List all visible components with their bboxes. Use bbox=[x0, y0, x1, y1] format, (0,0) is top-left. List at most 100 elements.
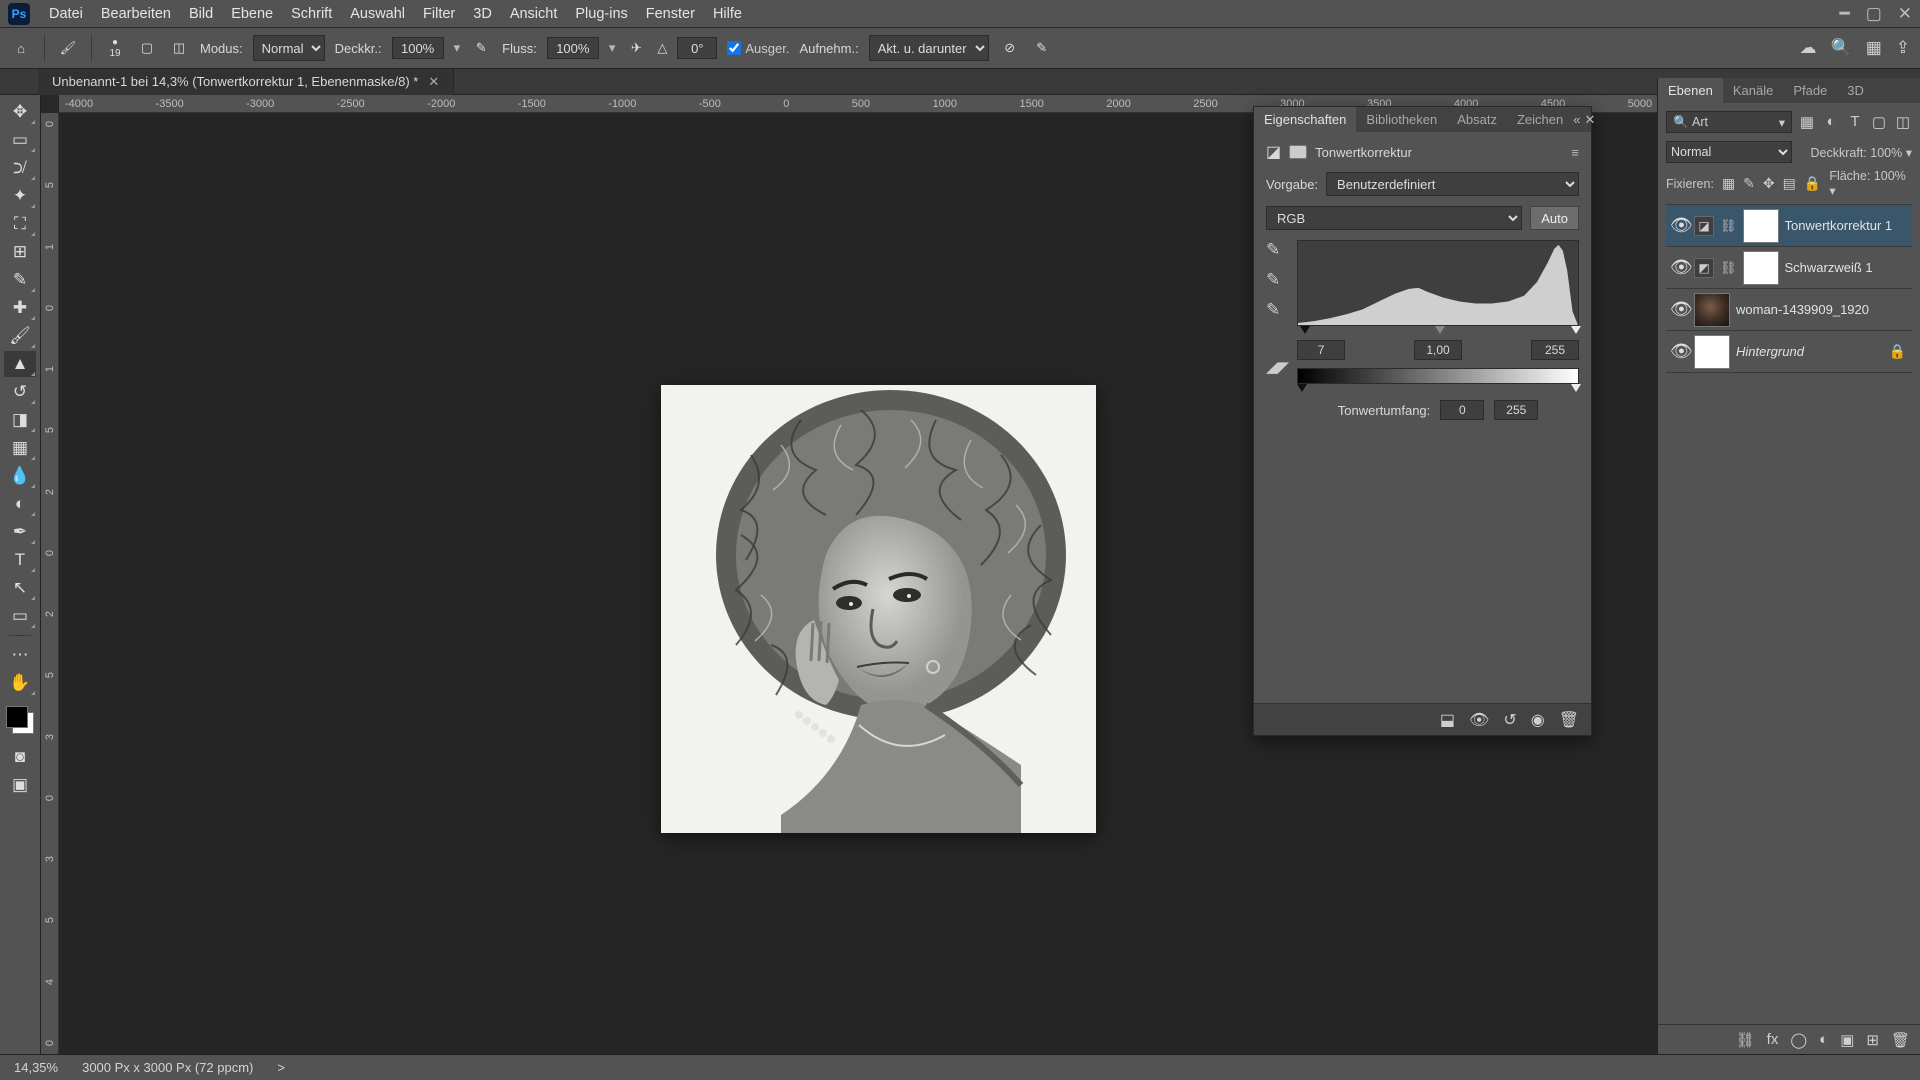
flow-input[interactable]: 100% bbox=[547, 37, 599, 59]
path-select-tool[interactable]: ↖ bbox=[4, 575, 36, 601]
tab-layers[interactable]: Ebenen bbox=[1658, 78, 1723, 103]
airbrush-icon[interactable]: ✈ bbox=[625, 37, 647, 59]
crop-tool[interactable]: ⛶ bbox=[4, 211, 36, 237]
view-previous-icon[interactable]: 👁 bbox=[1469, 710, 1489, 730]
menu-filter[interactable]: Filter bbox=[414, 6, 464, 22]
link-icon[interactable]: ⛓ bbox=[1720, 218, 1737, 234]
workspaces-icon[interactable]: ▦ bbox=[1866, 38, 1882, 58]
status-more-icon[interactable]: > bbox=[277, 1060, 285, 1075]
eyedropper-tool[interactable]: ✎ bbox=[4, 267, 36, 293]
fill-value[interactable]: 100% bbox=[1874, 169, 1906, 183]
opacity-input[interactable]: 100% bbox=[392, 37, 444, 59]
filter-pixel-icon[interactable]: ▦ bbox=[1798, 113, 1816, 131]
image-thumb[interactable] bbox=[1694, 293, 1730, 327]
tab-paragraph[interactable]: Absatz bbox=[1447, 107, 1507, 132]
history-brush-tool[interactable]: ↺ bbox=[4, 379, 36, 405]
window-close-icon[interactable]: ✕ bbox=[1898, 4, 1912, 24]
document-tab[interactable]: Unbenannt-1 bei 14,3% (Tonwertkorrektur … bbox=[38, 69, 454, 95]
visibility-toggle-icon[interactable]: 👁 bbox=[1670, 215, 1688, 236]
new-group-icon[interactable]: ▣ bbox=[1840, 1031, 1854, 1049]
lock-position-icon[interactable]: ✎ bbox=[1743, 175, 1755, 192]
tab-properties[interactable]: Eigenschaften bbox=[1254, 107, 1356, 132]
menu-file[interactable]: Datei bbox=[40, 6, 92, 22]
aligned-checkbox[interactable]: Ausger. bbox=[727, 41, 789, 56]
channel-select[interactable]: RGB bbox=[1266, 206, 1522, 230]
layer-row[interactable]: 👁 ◩ ⛓ Schwarzweiß 1 bbox=[1666, 247, 1912, 289]
new-adjustment-icon[interactable]: ◐ bbox=[1819, 1031, 1828, 1048]
pressure-size-icon[interactable]: ✎ bbox=[1031, 37, 1053, 59]
dark-light-icon[interactable]: ◢◤ bbox=[1266, 358, 1289, 376]
menu-view[interactable]: Ansicht bbox=[501, 6, 567, 22]
auto-button[interactable]: Auto bbox=[1530, 206, 1579, 230]
tab-character[interactable]: Zeichen bbox=[1507, 107, 1573, 132]
marquee-tool[interactable]: ▭ bbox=[4, 127, 36, 153]
link-layers-icon[interactable]: ⛓ bbox=[1736, 1031, 1755, 1049]
pressure-opacity-icon[interactable]: ✎ bbox=[470, 37, 492, 59]
menu-select[interactable]: Auswahl bbox=[341, 6, 414, 22]
bg-thumb[interactable] bbox=[1694, 335, 1730, 369]
layer-name[interactable]: Hintergrund bbox=[1736, 344, 1883, 359]
menu-layer[interactable]: Ebene bbox=[222, 6, 282, 22]
dodge-tool[interactable]: ◐ bbox=[4, 491, 36, 517]
menu-3d[interactable]: 3D bbox=[464, 6, 501, 22]
tab-paths[interactable]: Pfade bbox=[1783, 78, 1837, 103]
opacity-chevron-icon[interactable]: ▾ bbox=[454, 40, 461, 56]
menu-help[interactable]: Hilfe bbox=[704, 6, 751, 22]
layer-row[interactable]: 👁 ◪ ⛓ Tonwertkorrektur 1 bbox=[1666, 205, 1912, 247]
brush-size-preview[interactable]: ●19 bbox=[104, 37, 126, 59]
panel-menu-icon[interactable]: ≡ bbox=[1571, 145, 1579, 160]
share-icon[interactable]: ⇪ bbox=[1896, 38, 1910, 58]
panel-close-icon[interactable]: ✕ bbox=[1584, 112, 1595, 128]
menu-image[interactable]: Bild bbox=[180, 6, 222, 22]
lasso-tool[interactable]: ⟉ bbox=[4, 155, 36, 181]
filter-smart-icon[interactable]: ◫ bbox=[1894, 113, 1912, 131]
layer-row[interactable]: 👁 Hintergrund 🔒 bbox=[1666, 331, 1912, 373]
eraser-tool[interactable]: ◨ bbox=[4, 407, 36, 433]
fx-icon[interactable]: fx bbox=[1767, 1031, 1779, 1048]
filter-adjust-icon[interactable]: ◐ bbox=[1822, 113, 1840, 131]
filter-type-icon[interactable]: T bbox=[1846, 113, 1864, 131]
shape-tool[interactable]: ▭ bbox=[4, 603, 36, 629]
black-eyedropper-icon[interactable]: ✎ bbox=[1266, 240, 1289, 260]
mask-thumb[interactable] bbox=[1743, 209, 1779, 243]
layer-filter-select[interactable]: 🔍 Art▾ bbox=[1666, 111, 1792, 133]
delete-adjustment-icon[interactable]: 🗑 bbox=[1559, 710, 1579, 730]
link-icon[interactable]: ⛓ bbox=[1720, 260, 1737, 276]
brush-tool[interactable]: 🖌 bbox=[4, 323, 36, 349]
clone-stamp-tool[interactable]: ▲ bbox=[4, 351, 36, 377]
home-icon[interactable]: ⌂ bbox=[10, 37, 32, 59]
gradient-tool[interactable]: ▦ bbox=[4, 435, 36, 461]
sample-select[interactable]: Akt. u. darunter bbox=[869, 35, 989, 61]
lock-move-icon[interactable]: ✥ bbox=[1763, 175, 1775, 192]
color-swatch[interactable] bbox=[6, 706, 34, 734]
wand-tool[interactable]: ✦ bbox=[4, 183, 36, 209]
new-layer-icon[interactable]: ⊞ bbox=[1866, 1031, 1879, 1049]
layer-row[interactable]: 👁 woman-1439909_1920 bbox=[1666, 289, 1912, 331]
pen-tool[interactable]: ✒ bbox=[4, 519, 36, 545]
ignore-adjustment-icon[interactable]: ⊘ bbox=[999, 37, 1021, 59]
lock-nest-icon[interactable]: ▤ bbox=[1783, 175, 1796, 192]
layer-name[interactable]: woman-1439909_1920 bbox=[1736, 302, 1908, 317]
reset-icon[interactable]: ↺ bbox=[1503, 710, 1516, 730]
mask-thumb[interactable] bbox=[1743, 251, 1779, 285]
flow-chevron-icon[interactable]: ▾ bbox=[609, 40, 616, 56]
hand-tool[interactable]: ✋ bbox=[4, 670, 36, 696]
menu-window[interactable]: Fenster bbox=[637, 6, 704, 22]
menu-edit[interactable]: Bearbeiten bbox=[92, 6, 180, 22]
layer-opacity-value[interactable]: 100% bbox=[1870, 146, 1902, 160]
input-white-value[interactable]: 255 bbox=[1531, 340, 1579, 360]
search-icon[interactable]: 🔍 bbox=[1831, 38, 1852, 58]
blend-mode-select[interactable]: Normal bbox=[1666, 141, 1792, 163]
lock-all-icon[interactable]: 🔒 bbox=[1804, 175, 1821, 192]
tab-channels[interactable]: Kanäle bbox=[1723, 78, 1783, 103]
window-maximize-icon[interactable]: ▢ bbox=[1866, 4, 1882, 24]
layer-name[interactable]: Tonwertkorrektur 1 bbox=[1785, 218, 1908, 233]
input-slider[interactable] bbox=[1297, 330, 1579, 336]
toggle-visibility-icon[interactable]: ◉ bbox=[1531, 710, 1545, 730]
brush-presets-icon[interactable]: ▢ bbox=[136, 37, 158, 59]
output-black-value[interactable]: 0 bbox=[1440, 400, 1484, 420]
edit-toolbar-icon[interactable]: ⋯ bbox=[4, 642, 36, 668]
brush-panel-icon[interactable]: ◫ bbox=[168, 37, 190, 59]
cloud-docs-icon[interactable]: ☁ bbox=[1800, 38, 1817, 58]
tab-libraries[interactable]: Bibliotheken bbox=[1356, 107, 1447, 132]
